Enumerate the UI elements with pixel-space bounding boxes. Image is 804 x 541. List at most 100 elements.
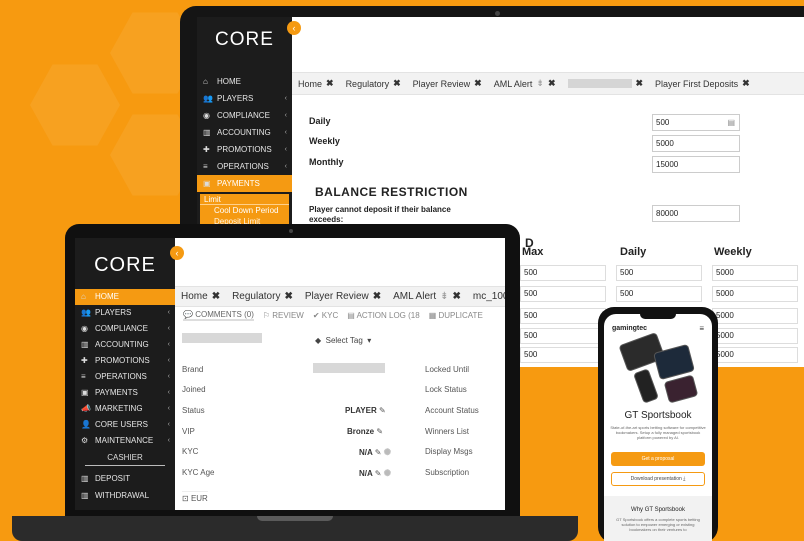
sidebar-item-operations[interactable]: ≡ OPERATIONS ‹ [197,158,292,175]
user-plus-icon: 👤 [81,420,91,429]
daily-limit-input[interactable]: 500 ▤ [652,114,740,131]
why-description: GT Sportsbook offers a complete sports b… [616,517,700,532]
bank-icon: ▥ [203,128,211,137]
subtab-comments[interactable]: 💬 COMMENTS (0) [183,310,254,321]
close-icon[interactable]: ✖ [326,78,334,89]
subtab-review[interactable]: ⚐ REVIEW [263,311,304,320]
tab-aml-alert[interactable]: AML Alert ⇟ ✖ [387,287,467,306]
chevron-left-icon: ‹ [284,163,287,170]
chevron-left-icon: ‹ [167,309,170,316]
hamburger-menu-icon[interactable]: ≡ [699,324,704,333]
edit-icon[interactable]: ✎ [375,448,382,457]
sidebar-item-players[interactable]: 👥 PLAYERS ‹ [197,90,292,107]
grid-cell[interactable]: 500 [520,308,606,324]
grid-cell[interactable]: 500 [616,286,702,302]
field-label-kyc-age: KYC Age [182,468,215,477]
close-icon[interactable]: ✖ [548,78,556,89]
close-icon[interactable]: ✖ [393,78,401,89]
subtab-action-log[interactable]: ▤ ACTION LOG (18 [347,311,419,320]
sidebar-item-accounting[interactable]: ▥ ACCOUNTING ‹ [197,124,292,141]
grid-cell[interactable]: 5000 [712,308,798,324]
grid-cell[interactable]: 5000 [712,328,798,344]
sidebar-item-accounting[interactable]: ▥ ACCOUNTING ‹ [75,337,175,353]
sidebar-collapse-button[interactable]: ‹ [170,246,184,260]
download-presentation-button[interactable]: Download presentation ⤓ [611,472,705,486]
grid-cell[interactable]: 500 [616,265,702,281]
tab-regulatory[interactable]: Regulatory ✖ [340,73,407,94]
get-proposal-button[interactable]: Get a proposal [611,452,705,466]
subtab-duplicate[interactable]: ▦ DUPLICATE [429,311,483,320]
subtab-kyc[interactable]: ✔ KYC [313,311,338,320]
submenu-limit[interactable]: Limit [200,194,289,205]
pin-icon[interactable]: ⇟ [536,78,544,89]
close-icon[interactable]: ✖ [453,291,461,302]
field-label-locked-until: Locked Until [425,365,470,374]
field-label-winners-list: Winners List [425,427,470,436]
grid-cell[interactable]: 500 [520,265,606,281]
gear-icon[interactable]: ✺ [384,447,392,457]
select-tag-dropdown[interactable]: ◆ Select Tag ▾ [315,336,371,345]
close-icon[interactable]: ✖ [474,78,482,89]
chevron-left-icon: ‹ [167,405,170,412]
close-icon[interactable]: ✖ [212,291,220,302]
tab-regulatory[interactable]: Regulatory ✖ [226,287,299,306]
grid-cell[interactable]: 5000 [712,265,798,281]
vip-value: Bronze ✎ [347,427,384,436]
sidebar-item-withdrawal[interactable]: ▥ WITHDRAWAL [75,487,175,504]
grid-cell[interactable]: 5000 [712,286,798,302]
monthly-limit-input[interactable]: 15000 [652,156,740,173]
sidebar-item-promotions[interactable]: ✚ PROMOTIONS ‹ [197,141,292,158]
close-icon[interactable]: ✖ [742,78,750,89]
sidebar-item-compliance[interactable]: ◉ COMPLIANCE ‹ [75,321,175,337]
gear-icon[interactable]: ✺ [384,468,392,478]
sidebar-item-home[interactable]: ⌂ HOME [197,73,292,90]
edit-icon[interactable]: ✎ [376,427,383,436]
field-label-subscription: Subscription [425,468,470,477]
balance-restriction-input[interactable]: 80000 [652,205,740,222]
submenu-cool-down-period[interactable]: Cool Down Period [200,205,289,216]
caret-down-icon: ▾ [367,336,372,345]
core-logo: CORE [94,254,156,276]
calculator-icon[interactable]: ▤ [727,115,735,130]
weekly-limit-input[interactable]: 5000 [652,135,740,152]
chevron-left-icon: ‹ [167,373,170,380]
currency-wallet[interactable]: ⊡ EUR [182,491,208,503]
tab-home[interactable]: Home ✖ [292,73,340,94]
close-icon[interactable]: ✖ [373,291,381,302]
pin-icon[interactable]: ⇟ [440,291,448,302]
sidebar-item-core-users[interactable]: 👤 CORE USERS ‹ [75,417,175,433]
top-bar [292,17,804,57]
close-icon[interactable]: ✖ [284,291,292,302]
tab-player[interactable]: mc_10095 [467,287,505,306]
tab-player-review[interactable]: Player Review ✖ [299,287,387,306]
edit-icon[interactable]: ✎ [379,406,386,415]
tab-home[interactable]: Home ✖ [175,287,226,306]
grid-cell[interactable]: 500 [520,347,606,363]
sidebar-item-payments[interactable]: ▣ PAYMENTS ‹ [75,385,175,401]
grid-cell[interactable]: 500 [520,328,606,344]
sidebar-item-compliance[interactable]: ◉ COMPLIANCE ‹ [197,107,292,124]
sidebar-item-maintenance[interactable]: ⚙ MAINTENANCE ‹ [75,433,175,449]
sidebar-item-players[interactable]: 👥 PLAYERS ‹ [75,305,175,321]
close-icon[interactable]: ✖ [636,78,644,89]
sidebar-item-promotions[interactable]: ✚ PROMOTIONS ‹ [75,353,175,369]
tablet-mockup [663,374,699,404]
tab-player-review[interactable]: Player Review ✖ [407,73,488,94]
tab-aml-alert[interactable]: AML Alert ⇟ ✖ [488,73,562,94]
sidebar-item-operations[interactable]: ≡ OPERATIONS ‹ [75,369,175,385]
sidebar-item-marketing[interactable]: 📣 MARKETING ‹ [75,401,175,417]
edit-icon[interactable]: ✎ [375,469,382,478]
sidebar-item-payments[interactable]: ▣ PAYMENTS [197,175,292,192]
grid-cell[interactable]: 500 [520,286,606,302]
player-details: ◆ Select Tag ▾ Brand Locked Until Joined… [175,323,505,510]
field-label-status: Status [182,406,205,415]
payments-icon: ▣ [81,388,89,397]
sidebar-collapse-button[interactable]: ‹ [287,21,301,35]
sidebar-item-deposit[interactable]: ▥ DEPOSIT [75,470,175,487]
sidebar-item-home[interactable]: ⌂ HOME [75,289,175,305]
tab-redacted[interactable]: ✖ [562,73,650,94]
tab-player-first-deposits[interactable]: Player First Deposits ✖ [649,73,756,94]
compliance-icon: ◉ [81,324,88,333]
gear-icon: ⚙ [81,436,89,445]
grid-cell[interactable]: 5000 [712,347,798,363]
